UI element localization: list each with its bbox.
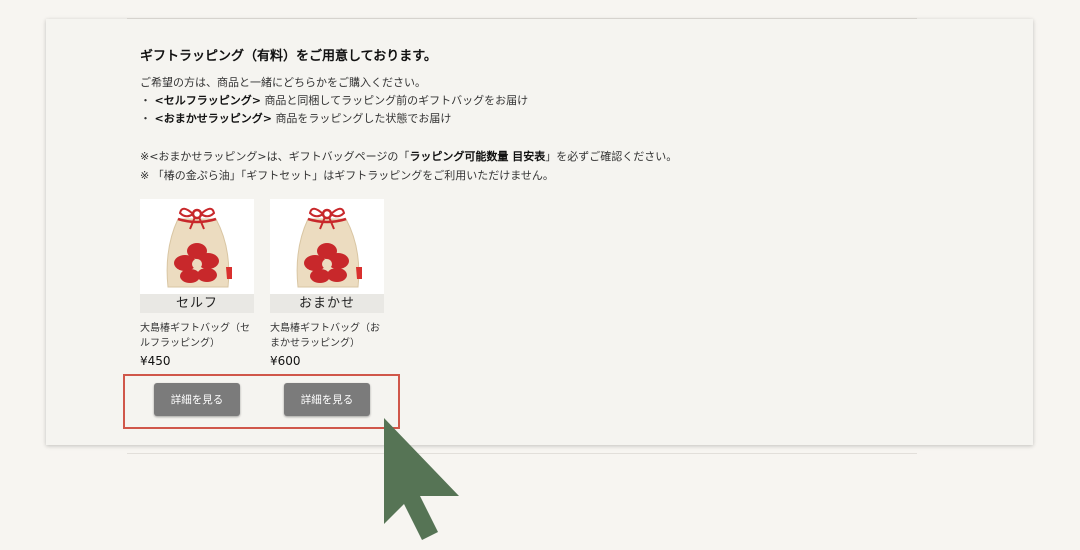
product-image[interactable] <box>270 199 384 294</box>
product-price: ¥600 <box>270 354 301 368</box>
option-label: <セルフラッピング> <box>154 94 261 107</box>
intro-text: ご希望の方は、商品と一緒にどちらかをご購入ください。 <box>140 76 426 89</box>
option-self-wrapping: ・ <セルフラッピング> 商品と同梱してラッピング前のギフトバッグをお届け <box>140 94 528 108</box>
gift-bag-icon <box>296 207 362 288</box>
note-excluded-items: ※ 「椿の金ぷら油」「ギフトセット」はギフトラッピングをご利用いただけません。 <box>140 169 554 182</box>
product-price: ¥450 <box>140 354 171 368</box>
note-text-pre: ※<おまかせラッピング>は、ギフトバッグページの「 <box>140 150 410 163</box>
product-card-omakase: おまかせ 大島椿ギフトバッグ（おまかせラッピング） ¥600 <box>270 199 384 368</box>
option-bullet: ・ <box>140 94 151 107</box>
option-description: 商品と同梱してラッピング前のギフトバッグをお届け <box>264 94 529 107</box>
option-omakase-wrapping: ・ <おまかせラッピング> 商品をラッピングした状態でお届け <box>140 112 451 126</box>
note-quantity-table: ※<おまかせラッピング>は、ギフトバッグページの「ラッピング可能数量 目安表」を… <box>140 150 677 164</box>
product-image[interactable] <box>140 199 254 294</box>
mouse-pointer-icon <box>384 418 459 540</box>
note-text-post: 」を必ずご確認ください。 <box>545 150 678 163</box>
highlight-box <box>123 374 400 429</box>
product-name-link[interactable]: 大島椿ギフトバッグ（セルフラッピング） <box>140 321 254 351</box>
gift-bag-icon <box>166 207 232 288</box>
option-label: <おまかせラッピング> <box>154 112 272 125</box>
wrapping-type-label: おまかせ <box>270 294 384 313</box>
quantity-table-reference: ラッピング可能数量 目安表 <box>409 150 546 163</box>
wrapping-type-label: セルフ <box>140 294 254 313</box>
option-description: 商品をラッピングした状態でお届け <box>275 112 452 125</box>
background-divider-bottom <box>127 453 917 454</box>
gift-wrapping-heading: ギフトラッピング（有料）をご用意しております。 <box>140 49 437 64</box>
product-card-self: セルフ 大島椿ギフトバッグ（セルフラッピング） ¥450 <box>140 199 254 368</box>
option-bullet: ・ <box>140 112 151 125</box>
product-name-link[interactable]: 大島椿ギフトバッグ（おまかせラッピング） <box>270 321 384 351</box>
